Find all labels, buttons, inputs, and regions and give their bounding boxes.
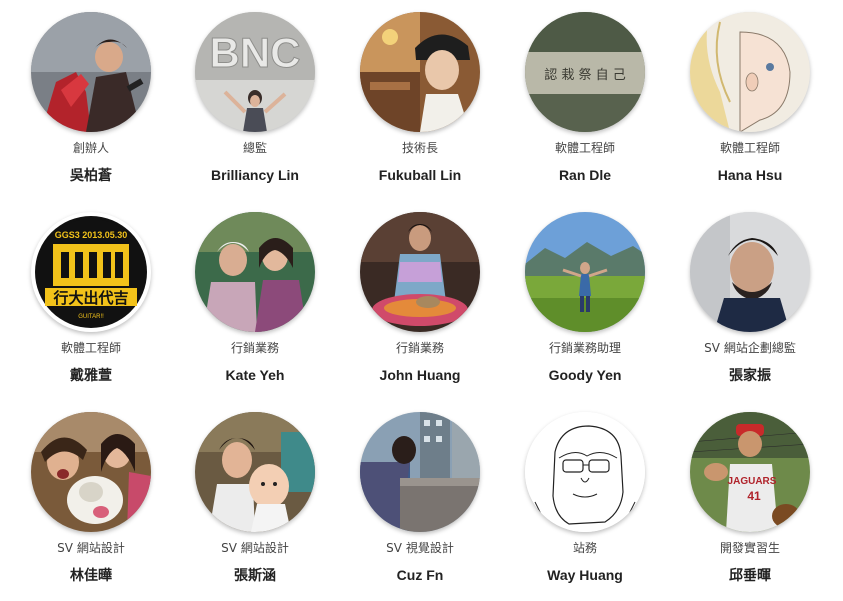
team-member-card: JAGUARS 41 開發實習生 邱垂暉 bbox=[675, 400, 825, 590]
avatar-photo bbox=[690, 212, 810, 332]
avatar-photo bbox=[195, 412, 315, 532]
avatar-photo bbox=[525, 212, 645, 332]
member-role: SV 網站設計 bbox=[221, 541, 289, 555]
team-member-card: SV 網站設計 林佳曄 bbox=[16, 400, 166, 590]
member-role: 軟體工程師 bbox=[554, 141, 615, 155]
team-member-card: SV 視覺設計 Cuz Fn bbox=[345, 400, 495, 590]
team-member-card: 認 栽 祭 自 己 軟體工程師 Ran Dle bbox=[510, 0, 660, 190]
member-name[interactable]: John Huang bbox=[345, 366, 495, 384]
team-member-card: 行銷業務助理 Goody Yen bbox=[510, 200, 660, 390]
avatar[interactable] bbox=[360, 12, 480, 132]
avatar[interactable]: BNC bbox=[195, 12, 315, 132]
avatar[interactable] bbox=[360, 212, 480, 332]
badge-bottom-text: GUITAR!! bbox=[78, 314, 104, 320]
member-name[interactable]: Goody Yen bbox=[510, 366, 660, 384]
member-role: SV 視覺設計 bbox=[386, 541, 454, 555]
member-name[interactable]: 張家振 bbox=[675, 366, 825, 384]
member-name[interactable]: Fukuball Lin bbox=[345, 166, 495, 184]
avatar[interactable] bbox=[690, 12, 810, 132]
team-member-card: 軟體工程師 Hana Hsu bbox=[675, 0, 825, 190]
avatar-photo bbox=[360, 412, 480, 532]
avatar[interactable] bbox=[360, 412, 480, 532]
avatar[interactable]: JAGUARS 41 bbox=[690, 412, 810, 532]
svg-text:BNC: BNC bbox=[210, 29, 301, 76]
avatar[interactable] bbox=[195, 212, 315, 332]
member-role: 總監 bbox=[242, 141, 267, 155]
member-role: 軟體工程師 bbox=[60, 341, 121, 355]
member-role: 行銷業務 bbox=[230, 341, 279, 355]
avatar-drawing bbox=[525, 412, 645, 532]
team-member-card: 站務 Way Huang bbox=[510, 400, 660, 590]
jersey-team-text: JAGUARS bbox=[728, 476, 777, 487]
jersey-number-text: 41 bbox=[747, 489, 761, 503]
member-name[interactable]: 戴雅萱 bbox=[16, 366, 166, 384]
member-name[interactable]: 邱垂暉 bbox=[675, 566, 825, 584]
avatar-photo bbox=[360, 12, 480, 132]
member-name[interactable]: 林佳曄 bbox=[16, 566, 166, 584]
member-role: 行銷業務助理 bbox=[548, 341, 621, 355]
member-name[interactable]: Kate Yeh bbox=[180, 366, 330, 384]
avatar[interactable] bbox=[31, 412, 151, 532]
badge-main-text: 行大出代吉 bbox=[52, 289, 128, 307]
stone-inscription-text: 認 栽 祭 自 己 bbox=[544, 67, 626, 83]
member-name[interactable]: 吳柏蒼 bbox=[16, 166, 166, 184]
member-name[interactable]: Cuz Fn bbox=[345, 566, 495, 584]
team-member-card: SV 網站設計 張斯涵 bbox=[180, 400, 330, 590]
avatar-drawing bbox=[690, 12, 810, 132]
avatar-photo: JAGUARS 41 bbox=[690, 412, 810, 532]
badge-logo-image: GGS3 2013.05.30 行大出代吉 GUITAR!! bbox=[31, 212, 151, 332]
avatar[interactable] bbox=[525, 212, 645, 332]
avatar[interactable] bbox=[690, 212, 810, 332]
team-member-card: GGS3 2013.05.30 行大出代吉 GUITAR!! 軟體工程師 戴雅萱 bbox=[16, 200, 166, 390]
avatar-photo bbox=[31, 412, 151, 532]
member-name[interactable]: Brilliancy Lin bbox=[180, 166, 330, 184]
team-member-card: 創辦人 吳柏蒼 bbox=[16, 0, 166, 190]
team-member-card: 技術長 Fukuball Lin bbox=[345, 0, 495, 190]
avatar[interactable] bbox=[195, 412, 315, 532]
avatar-photo bbox=[195, 212, 315, 332]
member-role: SV 網站設計 bbox=[57, 541, 125, 555]
team-member-card: 行銷業務 John Huang bbox=[345, 200, 495, 390]
member-role: 創辦人 bbox=[72, 141, 109, 155]
avatar[interactable] bbox=[525, 412, 645, 532]
team-grid: 創辦人 吳柏蒼 BNC 總監 Brilliancy Lin 技術長 Fukuba… bbox=[0, 0, 843, 601]
avatar[interactable]: GGS3 2013.05.30 行大出代吉 GUITAR!! bbox=[31, 212, 151, 332]
member-name[interactable]: 張斯涵 bbox=[180, 566, 330, 584]
avatar-photo bbox=[360, 212, 480, 332]
avatar-photo bbox=[31, 12, 151, 132]
team-member-card: SV 網站企劃總監 張家振 bbox=[675, 200, 825, 390]
member-name[interactable]: Way Huang bbox=[510, 566, 660, 584]
avatar-photo: 認 栽 祭 自 己 bbox=[525, 12, 645, 132]
member-role: 行銷業務 bbox=[395, 341, 444, 355]
member-role: 開發實習生 bbox=[719, 541, 780, 555]
avatar[interactable] bbox=[31, 12, 151, 132]
member-name[interactable]: Hana Hsu bbox=[675, 166, 825, 184]
member-role: 技術長 bbox=[401, 141, 438, 155]
badge-top-text: GGS3 2013.05.30 bbox=[55, 230, 128, 240]
team-member-card: BNC 總監 Brilliancy Lin bbox=[180, 0, 330, 190]
member-role: SV 網站企劃總監 bbox=[704, 341, 796, 355]
avatar[interactable]: 認 栽 祭 自 己 bbox=[525, 12, 645, 132]
avatar-photo: BNC bbox=[195, 12, 315, 132]
member-role: 站務 bbox=[572, 541, 597, 555]
member-name[interactable]: Ran Dle bbox=[510, 166, 660, 184]
member-role: 軟體工程師 bbox=[719, 141, 780, 155]
team-member-card: 行銷業務 Kate Yeh bbox=[180, 200, 330, 390]
